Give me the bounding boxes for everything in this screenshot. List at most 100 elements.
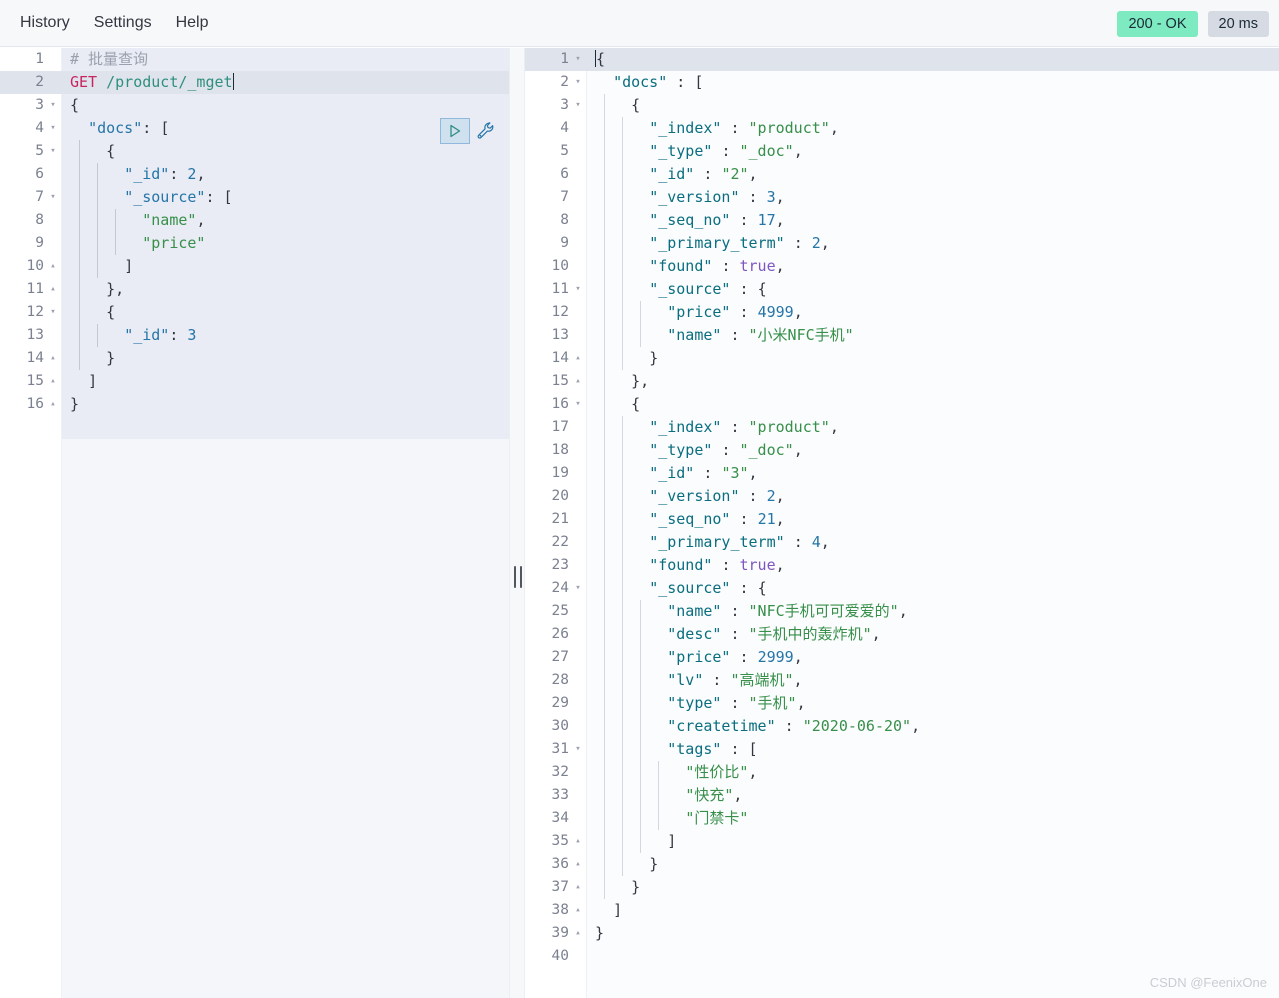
code-line[interactable]: 14 ▴ } <box>0 347 509 370</box>
code-line[interactable]: 22 "_primary_term" : 4, <box>525 531 1279 554</box>
code-line[interactable]: 34 "门禁卡" <box>525 807 1279 830</box>
line-number: 10 <box>26 258 44 274</box>
request-code-area[interactable]: 1 # 批量查询 2 GET /product/_mget 3 ▾{4 ▾ "docs": … <box>0 48 509 416</box>
play-triangle-icon[interactable] <box>440 118 470 144</box>
code-line[interactable]: 23 "found" : true, <box>525 554 1279 577</box>
code-line[interactable]: 37 ▴ } <box>525 876 1279 899</box>
fold-toggle-icon[interactable]: ▾ <box>573 577 583 600</box>
fold-toggle-icon[interactable]: ▴ <box>573 347 583 370</box>
code-line[interactable]: 6 "_id": 2, <box>0 163 509 186</box>
fold-toggle-icon[interactable]: ▴ <box>48 347 58 370</box>
menu-settings[interactable]: Settings <box>88 10 158 36</box>
code-line[interactable]: 11 ▴ }, <box>0 278 509 301</box>
code-line[interactable]: 40 <box>525 945 1279 968</box>
line-text: # 批量查询 <box>70 50 149 68</box>
code-line[interactable]: 1 # 批量查询 <box>0 48 509 71</box>
code-line[interactable]: 5 "_type" : "_doc", <box>525 140 1279 163</box>
code-line[interactable]: 33 "快充", <box>525 784 1279 807</box>
code-line[interactable]: 5 ▾ { <box>0 140 509 163</box>
code-line[interactable]: 18 "_type" : "_doc", <box>525 439 1279 462</box>
code-line[interactable]: 13 "_id": 3 <box>0 324 509 347</box>
code-line[interactable]: 25 "name" : "NFC手机可可爱爱的", <box>525 600 1279 623</box>
fold-toggle-icon[interactable]: ▾ <box>48 117 58 140</box>
fold-toggle-icon[interactable]: ▾ <box>573 48 583 71</box>
fold-toggle-icon[interactable]: ▴ <box>573 876 583 899</box>
code-line[interactable]: 35 ▴ ] <box>525 830 1279 853</box>
menu-help[interactable]: Help <box>170 10 215 36</box>
fold-toggle-icon[interactable]: ▴ <box>573 899 583 922</box>
fold-toggle-icon[interactable]: ▴ <box>573 853 583 876</box>
menu-history[interactable]: History <box>14 10 76 36</box>
code-line[interactable]: 13 "name" : "小米NFC手机" <box>525 324 1279 347</box>
code-line[interactable]: 8 "_seq_no" : 17, <box>525 209 1279 232</box>
line-text: "tags" : [ <box>667 740 758 758</box>
line-number: 37 <box>551 879 569 895</box>
code-line[interactable]: 7 "_version" : 3, <box>525 186 1279 209</box>
fold-toggle-icon[interactable]: ▾ <box>48 140 58 163</box>
fold-toggle-icon[interactable]: ▴ <box>573 830 583 853</box>
code-line[interactable]: 1 ▾ { <box>525 48 1279 71</box>
code-line[interactable]: 12 "price" : 4999, <box>525 301 1279 324</box>
fold-toggle-icon[interactable]: ▾ <box>48 301 58 324</box>
code-line[interactable]: 15 ▴ ] <box>0 370 509 393</box>
line-number: 18 <box>551 442 569 458</box>
fold-toggle-icon[interactable]: ▴ <box>573 922 583 945</box>
response-viewer[interactable]: 1 ▾{2 ▾ "docs" : [3 ▾ {4 "_index" : "produc… <box>525 48 1279 998</box>
code-line[interactable]: 4 "_index" : "product", <box>525 117 1279 140</box>
code-line[interactable]: 32 "性价比", <box>525 761 1279 784</box>
code-line[interactable]: 2 ▾ "docs" : [ <box>525 71 1279 94</box>
code-line[interactable]: 26 "desc" : "手机中的轰炸机", <box>525 623 1279 646</box>
line-number: 23 <box>551 557 569 573</box>
code-line[interactable]: 20 "_version" : 2, <box>525 485 1279 508</box>
code-line[interactable]: 4 ▾ "docs": [ <box>0 117 509 140</box>
code-line[interactable]: 10 ▴ ] <box>0 255 509 278</box>
code-line[interactable]: 27 "price" : 2999, <box>525 646 1279 669</box>
fold-toggle-icon[interactable]: ▴ <box>48 278 58 301</box>
pane-splitter[interactable] <box>509 48 525 998</box>
code-line[interactable]: 38 ▴ ] <box>525 899 1279 922</box>
code-line[interactable]: 30 "createtime" : "2020-06-20", <box>525 715 1279 738</box>
wrench-icon[interactable] <box>474 119 498 143</box>
code-line[interactable]: 2 GET /product/_mget <box>0 71 509 94</box>
fold-toggle-icon[interactable]: ▾ <box>573 278 583 301</box>
code-line[interactable]: 19 "_id" : "3", <box>525 462 1279 485</box>
request-editor[interactable]: 1 # 批量查询 2 GET /product/_mget 3 ▾{4 ▾ "docs": … <box>0 48 509 998</box>
response-code-area[interactable]: 1 ▾{2 ▾ "docs" : [3 ▾ {4 "_index" : "produc… <box>525 48 1279 968</box>
drag-handle-icon[interactable] <box>514 566 522 588</box>
code-line[interactable]: 6 "_id" : "2", <box>525 163 1279 186</box>
fold-toggle-icon[interactable]: ▴ <box>48 393 58 416</box>
code-line[interactable]: 24 ▾ "_source" : { <box>525 577 1279 600</box>
fold-toggle-icon[interactable]: ▾ <box>573 94 583 117</box>
code-line[interactable]: 9 "_primary_term" : 2, <box>525 232 1279 255</box>
fold-toggle-icon[interactable]: ▴ <box>48 255 58 278</box>
fold-toggle-icon[interactable]: ▾ <box>48 186 58 209</box>
code-line[interactable]: 16 ▾ { <box>525 393 1279 416</box>
code-line[interactable]: 39 ▴} <box>525 922 1279 945</box>
code-line[interactable]: 16 ▴} <box>0 393 509 416</box>
code-line[interactable]: 29 "type" : "手机", <box>525 692 1279 715</box>
code-line[interactable]: 17 "_index" : "product", <box>525 416 1279 439</box>
code-line[interactable]: 31 ▾ "tags" : [ <box>525 738 1279 761</box>
fold-toggle-icon[interactable]: ▴ <box>573 370 583 393</box>
line-number: 2 <box>560 74 569 90</box>
line-text: ] <box>667 832 677 850</box>
code-line[interactable]: 14 ▴ } <box>525 347 1279 370</box>
code-line[interactable]: 15 ▴ }, <box>525 370 1279 393</box>
fold-toggle-icon[interactable]: ▴ <box>48 370 58 393</box>
code-line[interactable]: 3 ▾ { <box>0 94 509 117</box>
code-line[interactable]: 9 "price" <box>0 232 509 255</box>
code-line[interactable]: 36 ▴ } <box>525 853 1279 876</box>
code-line[interactable]: 7 ▾ "_source": [ <box>0 186 509 209</box>
code-line[interactable]: 28 "lv" : "高端机", <box>525 669 1279 692</box>
line-text: { <box>106 303 116 321</box>
code-line[interactable]: 21 "_seq_no" : 21, <box>525 508 1279 531</box>
code-line[interactable]: 11 ▾ "_source" : { <box>525 278 1279 301</box>
fold-toggle-icon[interactable]: ▾ <box>48 94 58 117</box>
code-line[interactable]: 12 ▾ { <box>0 301 509 324</box>
fold-toggle-icon[interactable]: ▾ <box>573 393 583 416</box>
code-line[interactable]: 8 "name", <box>0 209 509 232</box>
code-line[interactable]: 3 ▾ { <box>525 94 1279 117</box>
code-line[interactable]: 10 "found" : true, <box>525 255 1279 278</box>
fold-toggle-icon[interactable]: ▾ <box>573 738 583 761</box>
fold-toggle-icon[interactable]: ▾ <box>573 71 583 94</box>
